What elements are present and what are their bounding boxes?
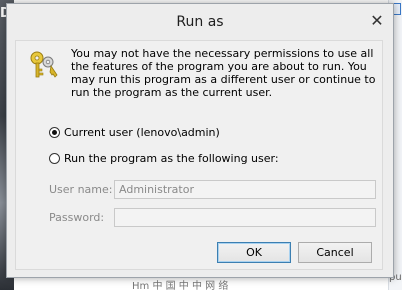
dialog-content: You may not have the necessary permissio… — [15, 40, 383, 270]
background-window-bottom: Hm 中 国 中 中 网 络 — [14, 277, 388, 290]
keys-icon — [30, 51, 58, 78]
run-as-dialog: Run as ✕ You may not have the necessary … — [6, 3, 394, 278]
current-user-radio[interactable] — [49, 127, 60, 138]
dialog-title: Run as — [176, 14, 224, 30]
permission-message: You may not have the necessary permissio… — [71, 47, 376, 99]
background-text-bottom: Hm 中 国 中 中 网 络 — [132, 281, 229, 290]
current-user-option[interactable]: Current user (lenovo\admin) — [49, 126, 220, 139]
ok-button[interactable]: OK — [217, 242, 291, 263]
password-field[interactable] — [114, 208, 376, 227]
dialog-titlebar[interactable]: Run as ✕ — [7, 4, 393, 40]
close-icon: ✕ — [370, 10, 384, 30]
other-user-radio[interactable] — [49, 153, 60, 164]
username-field[interactable]: Administrator — [114, 180, 376, 199]
close-button[interactable]: ✕ — [362, 10, 392, 30]
username-label: User name: — [49, 183, 113, 196]
current-user-label: Current user (lenovo\admin) — [64, 126, 220, 139]
other-user-option[interactable]: Run the program as the following user: — [49, 152, 279, 165]
password-label: Password: — [49, 211, 105, 224]
other-user-label: Run the program as the following user: — [64, 152, 279, 165]
cancel-button[interactable]: Cancel — [298, 242, 372, 263]
